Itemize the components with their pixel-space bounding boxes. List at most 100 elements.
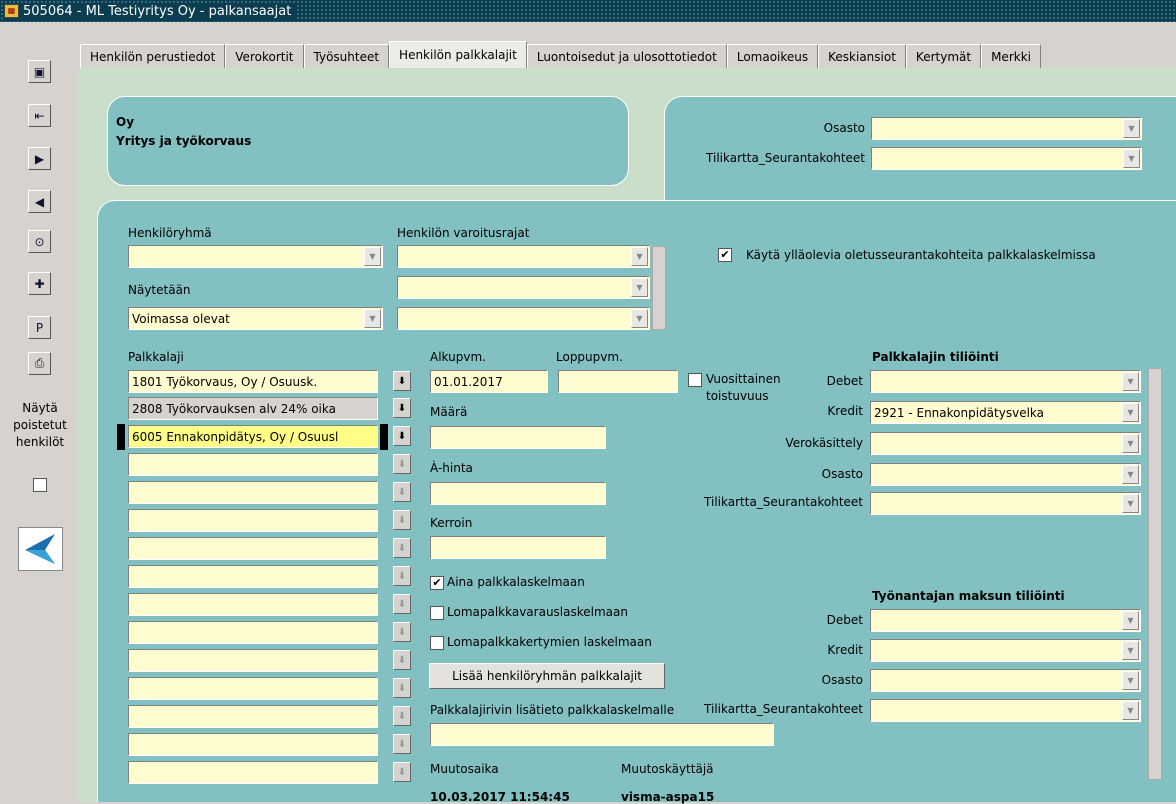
download-icon[interactable]: ⬇ xyxy=(393,762,411,782)
varoitusrajat-select-1[interactable]: ▼ xyxy=(397,245,650,268)
chevron-down-icon[interactable]: ▼ xyxy=(1122,494,1139,513)
vuosittainen-checkbox[interactable] xyxy=(688,373,702,387)
tyonantaja-debet-select[interactable]: ▼ xyxy=(870,609,1141,632)
new-record-icon[interactable]: ✚ xyxy=(28,272,51,295)
chevron-down-icon[interactable]: ▼ xyxy=(1122,611,1139,630)
chevron-down-icon[interactable]: ▼ xyxy=(364,247,381,266)
henkiloryhma-select[interactable]: ▼ xyxy=(128,245,383,268)
next-icon[interactable]: ▶ xyxy=(28,147,51,170)
download-icon[interactable]: ⬇ xyxy=(393,734,411,754)
debet-select[interactable]: ▼ xyxy=(870,370,1141,393)
tab-tyosuhteet[interactable]: Työsuhteet xyxy=(303,44,390,68)
download-icon[interactable]: ⬇ xyxy=(393,650,411,670)
download-icon[interactable]: ⬇ xyxy=(393,510,411,530)
query-icon[interactable]: ⊙ xyxy=(28,230,51,253)
maara-input[interactable] xyxy=(430,426,606,449)
chevron-down-icon[interactable]: ▼ xyxy=(631,247,648,266)
alkupvm-input[interactable]: 01.01.2017 xyxy=(430,370,548,393)
lomapalkkakertymien-label: Lomapalkkakertymien laskelmaan xyxy=(447,635,652,649)
download-icon[interactable]: ⬇ xyxy=(393,426,411,446)
download-icon[interactable]: ⬇ xyxy=(393,454,411,474)
chevron-down-icon[interactable]: ▼ xyxy=(1122,372,1139,391)
varoitusrajat-select-3[interactable]: ▼ xyxy=(397,307,650,330)
tiliointi-osasto-select[interactable]: ▼ xyxy=(870,463,1141,486)
verokasittely-select[interactable]: ▼ xyxy=(870,432,1141,455)
download-icon[interactable]: ⬇ xyxy=(393,538,411,558)
tilikartta-select[interactable]: ▼ xyxy=(871,147,1142,170)
list-item[interactable] xyxy=(128,733,378,756)
varoitusrajat-select-2[interactable]: ▼ xyxy=(397,276,650,299)
list-item[interactable] xyxy=(128,649,378,672)
list-item[interactable] xyxy=(128,705,378,728)
lisatieto-input[interactable] xyxy=(430,723,774,746)
chevron-down-icon[interactable]: ▼ xyxy=(1123,119,1140,138)
tab-lomaoikeus[interactable]: Lomaoikeus xyxy=(726,44,819,68)
download-icon[interactable]: ⬇ xyxy=(393,594,411,614)
kredit-select[interactable]: 2921 - Ennakonpidätysvelka ▼ xyxy=(870,401,1141,424)
vertical-scrollbar[interactable] xyxy=(1148,368,1162,780)
tab-palkkalajit[interactable]: Henkilön palkkalajit xyxy=(389,41,527,68)
p-icon[interactable]: P xyxy=(28,316,51,339)
muutosaika-label: Muutosaika xyxy=(430,762,499,776)
list-item-selected[interactable]: 6005 Ennakonpidätys, Oy / Osuusl xyxy=(128,425,378,448)
ahinta-input[interactable] xyxy=(430,482,606,505)
tab-luontoisedut[interactable]: Luontoisedut ja ulosottotiedot xyxy=(526,44,727,68)
print-icon[interactable]: ⎙ xyxy=(28,352,51,375)
show-deleted-checkbox[interactable] xyxy=(33,478,47,492)
toistuvuus-label: toistuvuus xyxy=(706,389,769,403)
list-item[interactable] xyxy=(128,621,378,644)
tab-perustiedot[interactable]: Henkilön perustiedot xyxy=(80,44,226,68)
tab-verokortit[interactable]: Verokortit xyxy=(225,44,304,68)
list-item[interactable] xyxy=(128,677,378,700)
chevron-down-icon[interactable]: ▼ xyxy=(631,309,648,328)
list-item[interactable] xyxy=(128,565,378,588)
list-item[interactable] xyxy=(128,537,378,560)
previous-icon[interactable]: ◀ xyxy=(28,190,51,213)
exit-icon[interactable]: ⇤ xyxy=(28,104,51,127)
chevron-down-icon[interactable]: ▼ xyxy=(1123,149,1140,168)
logo xyxy=(18,527,63,571)
lomapalkkavaraus-checkbox[interactable] xyxy=(430,606,444,620)
osasto-select[interactable]: ▼ xyxy=(871,117,1142,140)
chevron-down-icon[interactable]: ▼ xyxy=(631,278,648,297)
list-item[interactable] xyxy=(128,509,378,532)
chevron-down-icon[interactable]: ▼ xyxy=(1122,403,1139,422)
list-item[interactable]: 1801 Työkorvaus, Oy / Osuusk. xyxy=(128,370,378,393)
list-item[interactable] xyxy=(128,453,378,476)
loppupvm-input[interactable] xyxy=(558,370,678,393)
chevron-down-icon[interactable]: ▼ xyxy=(1122,701,1139,720)
download-icon[interactable]: ⬇ xyxy=(393,566,411,586)
download-icon[interactable]: ⬇ xyxy=(393,398,411,418)
chevron-down-icon[interactable]: ▼ xyxy=(364,309,381,328)
chevron-down-icon[interactable]: ▼ xyxy=(1122,671,1139,690)
list-item[interactable] xyxy=(128,593,378,616)
download-icon[interactable]: ⬇ xyxy=(393,371,411,391)
naytetaan-select[interactable]: Voimassa olevat ▼ xyxy=(128,307,383,330)
tyonantaja-kredit-select[interactable]: ▼ xyxy=(870,639,1141,662)
tiliointi-tilikartta-select[interactable]: ▼ xyxy=(870,492,1141,515)
aina-checkbox[interactable]: ✔ xyxy=(430,576,444,590)
tab-merkki[interactable]: Merkki xyxy=(981,44,1041,68)
save-icon[interactable]: ▣ xyxy=(28,60,51,83)
download-icon[interactable]: ⬇ xyxy=(393,622,411,642)
tyonantaja-tilikartta-select[interactable]: ▼ xyxy=(870,699,1141,722)
list-item[interactable] xyxy=(128,481,378,504)
chevron-down-icon[interactable]: ▼ xyxy=(1122,434,1139,453)
download-icon[interactable]: ⬇ xyxy=(393,482,411,502)
download-icon[interactable]: ⬇ xyxy=(393,706,411,726)
download-icon[interactable]: ⬇ xyxy=(393,678,411,698)
kerroin-input[interactable] xyxy=(430,536,606,559)
tyonantaja-osasto-select[interactable]: ▼ xyxy=(870,669,1141,692)
varoitusrajat-scrollbar[interactable] xyxy=(652,246,666,330)
add-group-wagetypes-button[interactable]: Lisää henkilöryhmän palkkalajit xyxy=(429,663,665,689)
list-item[interactable]: 2808 Työkorvauksen alv 24% oika xyxy=(128,397,378,420)
list-item[interactable] xyxy=(128,761,378,784)
osasto-label: Osasto xyxy=(823,121,865,135)
show-deleted-group: Näytä poistetut henkilöt xyxy=(0,400,80,451)
chevron-down-icon[interactable]: ▼ xyxy=(1122,641,1139,660)
tab-kertymat[interactable]: Kertymät xyxy=(905,44,982,68)
lomapalkkakertymien-checkbox[interactable] xyxy=(430,636,444,650)
use-defaults-checkbox[interactable]: ✔ xyxy=(718,248,732,262)
chevron-down-icon[interactable]: ▼ xyxy=(1122,465,1139,484)
tab-keskiansiot[interactable]: Keskiansiot xyxy=(818,44,906,68)
